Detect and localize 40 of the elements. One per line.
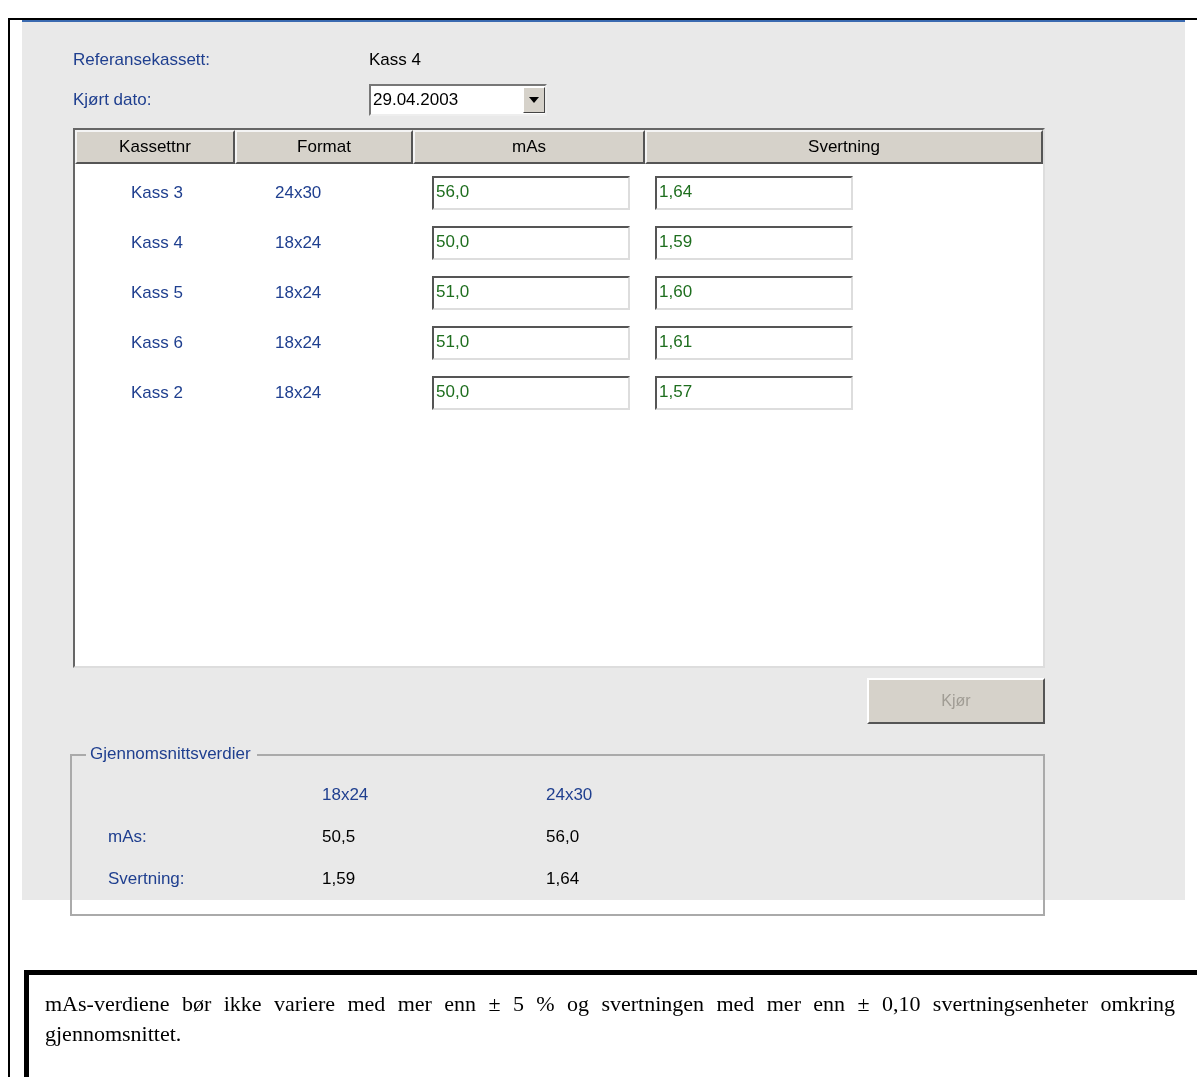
table-cell-text: 18x24 — [274, 283, 323, 303]
table-cell-text: Kass 3 — [130, 183, 184, 203]
column-header[interactable]: mAs — [413, 130, 645, 164]
note-text: mAs-verdiene bør ikke variere med mer enn ± 5 % og svertningen med mer enn ± 0,10 svertningsenheter omkring gjennomsnittet. — [45, 990, 1175, 1048]
input-field[interactable]: 1,61 — [655, 326, 853, 360]
field-label: Kjørt dato: — [73, 90, 153, 110]
column-header: 24x30 — [546, 785, 594, 805]
field-value: Kass 4 — [369, 50, 421, 70]
input-field[interactable]: 56,0 — [432, 176, 630, 210]
dropdown-button[interactable] — [523, 87, 545, 113]
table-cell-text: 18x24 — [274, 333, 323, 353]
table-cell-text: 24x30 — [274, 183, 323, 203]
input-field[interactable]: 50,0 — [432, 376, 630, 410]
input-field[interactable]: 50,0 — [432, 226, 630, 260]
group-title: Gjennomsnittsverdier — [86, 744, 257, 764]
average-value: 1,64 — [546, 869, 581, 889]
table-cell-text: Kass 2 — [130, 383, 184, 403]
input-field[interactable]: 1,59 — [655, 226, 853, 260]
column-header[interactable]: Format — [235, 130, 413, 164]
table-cell-text: 18x24 — [274, 383, 323, 403]
field-label: Referansekassett: — [73, 50, 211, 70]
caret-down-icon — [529, 97, 539, 103]
average-value: 50,5 — [322, 827, 357, 847]
column-header[interactable]: Svertning — [645, 130, 1043, 164]
column-header[interactable]: Kassettnr — [75, 130, 235, 164]
date-dropdown[interactable]: 29.04.2003 — [369, 84, 547, 116]
table-cell-text: Kass 4 — [130, 233, 184, 253]
row-label: Svertning: — [108, 869, 186, 889]
table-cell-text: Kass 6 — [130, 333, 184, 353]
average-value: 56,0 — [546, 827, 581, 847]
input-field[interactable]: 1,60 — [655, 276, 853, 310]
table-cell-text: 18x24 — [274, 233, 323, 253]
average-value: 1,59 — [322, 869, 357, 889]
input-field[interactable]: 51,0 — [432, 276, 630, 310]
column-header: 18x24 — [322, 785, 370, 805]
row-label: mAs: — [108, 827, 148, 847]
input-field[interactable]: 1,64 — [655, 176, 853, 210]
table-cell-text: Kass 5 — [130, 283, 184, 303]
input-field[interactable]: 51,0 — [432, 326, 630, 360]
input-field[interactable]: 1,57 — [655, 376, 853, 410]
